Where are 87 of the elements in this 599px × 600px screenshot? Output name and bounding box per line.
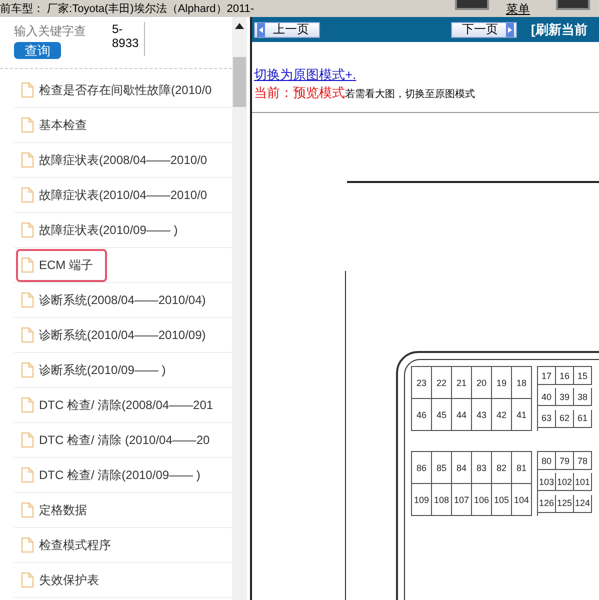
document-icon bbox=[21, 432, 34, 448]
terminal-number: 124 bbox=[574, 494, 592, 513]
document-icon bbox=[21, 257, 34, 273]
up-arrow-icon[interactable] bbox=[235, 23, 244, 29]
terminal-number: 20 bbox=[472, 367, 492, 399]
sidebar-item[interactable]: 诊断系统(2008/04——2010/04) bbox=[16, 284, 220, 316]
sidebar-item[interactable]: DTC 检查/ 清除 (2010/04——20 bbox=[16, 424, 224, 456]
terminal-number: 109 bbox=[412, 484, 432, 516]
terminal-number: 43 bbox=[472, 399, 492, 431]
sidebar-item[interactable]: 检查是否存在间歇性故障(2010/0 bbox=[16, 74, 226, 106]
sidebar-item[interactable]: 检查模式程序 bbox=[16, 528, 125, 562]
document-icon bbox=[21, 467, 34, 483]
terminal-number: 42 bbox=[492, 399, 512, 431]
sidebar-item[interactable]: 故障症状表(2010/09—— ) bbox=[16, 214, 192, 246]
document-icon bbox=[21, 397, 34, 413]
scroll-thumb[interactable] bbox=[233, 57, 246, 107]
document-icon bbox=[21, 187, 34, 203]
terminal-number: 78 bbox=[574, 452, 592, 470]
previous-page-button[interactable]: 上一页 bbox=[254, 22, 320, 38]
terminal-number: 108 bbox=[432, 484, 452, 516]
terminal-number: 19 bbox=[492, 367, 512, 399]
sidebar-item[interactable]: DTC 检查/ 清除(2010/09—— ) bbox=[16, 458, 214, 492]
terminal-number: 46 bbox=[412, 399, 432, 431]
sidebar-item[interactable]: 诊断系统(2010/04——2010/09) bbox=[16, 318, 220, 352]
terminal-number: 81 bbox=[512, 452, 532, 484]
terminal-number: 16 bbox=[556, 367, 574, 385]
terminal-number: 105 bbox=[492, 484, 512, 516]
document-icon bbox=[21, 537, 34, 553]
code-text: 5-8933 bbox=[112, 22, 145, 56]
terminal-number: 126 bbox=[538, 494, 556, 513]
document-icon bbox=[21, 82, 34, 98]
document-icon bbox=[21, 152, 34, 168]
next-page-button[interactable]: 下一页 bbox=[451, 22, 517, 38]
current-mode-label: 当前：预览模式 bbox=[254, 84, 345, 102]
terminal-number: 103 bbox=[538, 473, 556, 492]
terminal-number: 44 bbox=[452, 399, 472, 431]
terminal-number: 22 bbox=[432, 367, 452, 399]
sidebar-item[interactable]: 诊断系统(2010/09—— ) bbox=[16, 354, 180, 386]
terminal-number: 41 bbox=[512, 399, 532, 431]
menu-link[interactable]: 菜单 bbox=[506, 1, 530, 18]
document-icon bbox=[21, 362, 34, 378]
document-icon bbox=[21, 572, 34, 588]
terminal-number: 101 bbox=[574, 473, 592, 492]
document-icon bbox=[21, 222, 34, 238]
terminal-number: 38 bbox=[574, 388, 592, 406]
refresh-link[interactable]: [刷新当前 bbox=[531, 20, 588, 38]
terminal-number: 23 bbox=[412, 367, 432, 399]
terminal-number: 79 bbox=[556, 452, 574, 470]
terminal-number: 61 bbox=[574, 410, 592, 428]
terminal-number: 85 bbox=[432, 452, 452, 484]
sidebar-item[interactable]: DTC 检查/ 清除(2008/04——201 bbox=[16, 388, 228, 422]
terminal-number: 21 bbox=[452, 367, 472, 399]
terminal-number: 39 bbox=[556, 388, 574, 406]
terminal-number: 102 bbox=[556, 473, 574, 492]
terminal-number: 63 bbox=[538, 410, 556, 428]
sidebar-item[interactable]: ECM 端子 bbox=[16, 248, 107, 282]
search-button[interactable]: 查询 bbox=[14, 42, 61, 59]
terminal-number: 107 bbox=[452, 484, 472, 516]
document-icon bbox=[21, 292, 34, 308]
terminal-number: 125 bbox=[556, 494, 574, 513]
terminal-number: 45 bbox=[432, 399, 452, 431]
hint-text: 若需看大图，切换至原图模式 bbox=[345, 88, 475, 101]
document-icon bbox=[21, 327, 34, 343]
terminal-number: 86 bbox=[412, 452, 432, 484]
sidebar-item[interactable]: 故障症状表(2008/04——2010/0 bbox=[16, 144, 222, 176]
terminal-number: 17 bbox=[538, 367, 556, 385]
terminal-number: 18 bbox=[512, 367, 532, 399]
terminal-number: 83 bbox=[472, 452, 492, 484]
sidebar-item[interactable]: 基本检查 bbox=[16, 108, 101, 142]
terminal-number: 106 bbox=[472, 484, 492, 516]
terminal-number: 62 bbox=[556, 410, 574, 428]
terminal-number: 84 bbox=[452, 452, 472, 484]
document-icon bbox=[21, 502, 34, 518]
terminal-number: 40 bbox=[538, 388, 556, 406]
terminal-number: 80 bbox=[538, 452, 556, 470]
sidebar-item[interactable]: 定格数据 bbox=[16, 494, 101, 526]
vehicle-title: 前车型： 厂家:Toyota(丰田)埃尔法（Alphard）2011- bbox=[0, 2, 254, 16]
sidebar-item[interactable]: 失效保护表 bbox=[16, 564, 113, 596]
terminal-number: 104 bbox=[512, 484, 532, 516]
toolbar-icon[interactable] bbox=[455, 0, 489, 10]
terminal-number: 15 bbox=[574, 367, 592, 385]
sidebar-item[interactable]: 故障症状表(2010/04——2010/0 bbox=[16, 178, 222, 212]
terminal-number: 82 bbox=[492, 452, 512, 484]
scrollbar[interactable] bbox=[232, 17, 247, 600]
mode-switch-link[interactable]: 切换为原图模式+. bbox=[254, 66, 356, 84]
document-icon bbox=[21, 117, 34, 133]
toolbar-icon[interactable] bbox=[556, 0, 590, 10]
